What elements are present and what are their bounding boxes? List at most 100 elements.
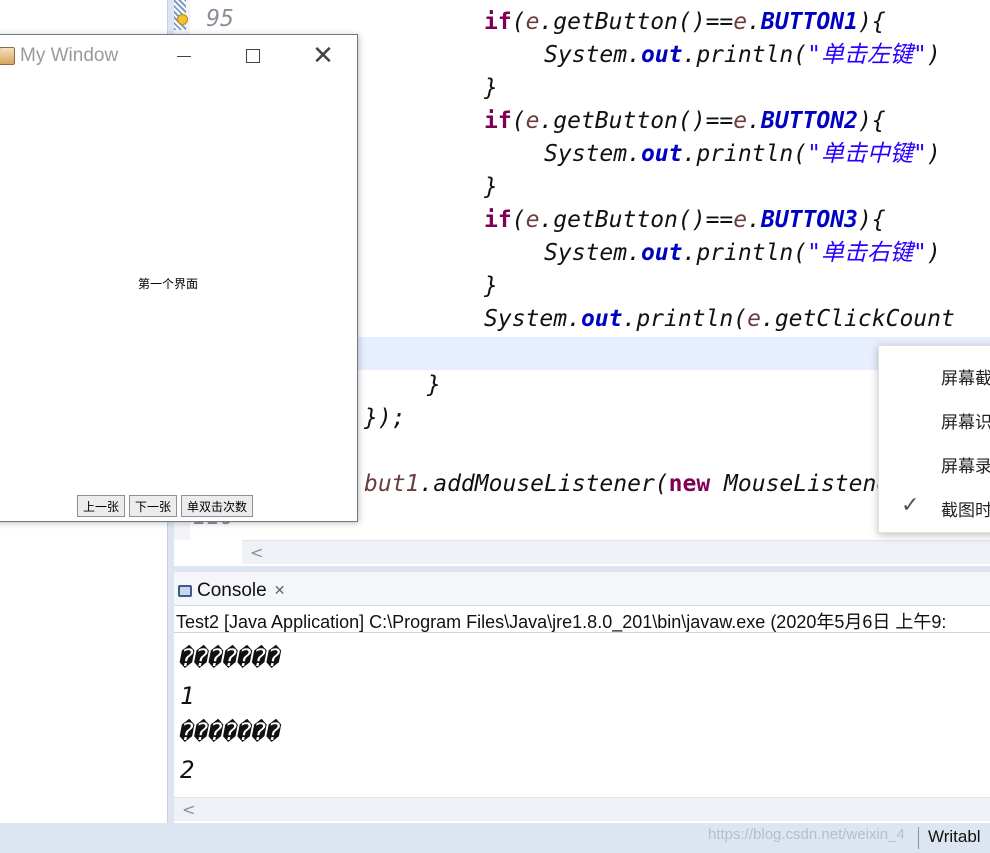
- divider: [174, 632, 990, 633]
- code-token: e: [733, 108, 748, 134]
- code-token: ): [926, 141, 941, 167]
- code-token: e: [525, 9, 540, 35]
- code-token: new: [668, 471, 711, 497]
- console-output-line: 2: [180, 756, 195, 784]
- code-token: out: [580, 306, 623, 332]
- code-token: System.: [544, 141, 641, 167]
- code-token: System.: [544, 42, 641, 68]
- code-token: out: [640, 141, 683, 167]
- code-token: .getButton()==: [539, 108, 734, 134]
- code-token: if: [484, 207, 512, 233]
- minimize-button[interactable]: [164, 41, 204, 71]
- console-output-line: �������: [180, 718, 282, 746]
- code-token: e: [747, 306, 761, 332]
- code-token: "单击左键": [807, 42, 927, 68]
- code-token: ){: [857, 207, 886, 233]
- console-output-line: 1: [180, 682, 195, 710]
- minimize-icon: [177, 55, 191, 57]
- code-token: e: [525, 108, 540, 134]
- my-window[interactable]: My Window ✕ 第一个界面 上一张 下一张 单双击次数: [0, 34, 358, 522]
- code-line[interactable]: System.out.println("单击中键"): [544, 138, 941, 171]
- code-token: if: [484, 9, 512, 35]
- console-view: Console ✕ Test2 [Java Application] C:\Pr…: [174, 572, 990, 823]
- code-token: (: [511, 108, 526, 134]
- menu-item-capture-option[interactable]: 截图时: [941, 496, 990, 521]
- code-token: .: [747, 108, 762, 134]
- code-token: but1: [364, 471, 420, 497]
- code-token: (: [511, 9, 526, 35]
- code-line[interactable]: if(e.getButton()==e.BUTTON2){: [484, 105, 886, 138]
- code-line[interactable]: }: [484, 72, 498, 105]
- code-token: "单击中键": [807, 141, 927, 167]
- code-token: e: [733, 9, 748, 35]
- code-token: System.: [544, 240, 641, 266]
- code-line[interactable]: }: [484, 171, 498, 204]
- code-line[interactable]: }: [484, 270, 498, 303]
- code-token: System.: [484, 306, 581, 332]
- code-token: }: [484, 75, 498, 101]
- maximize-icon: [246, 49, 260, 63]
- menu-item-screen-record[interactable]: 屏幕录: [941, 452, 990, 477]
- console-tab-label: Console: [197, 580, 267, 601]
- close-button[interactable]: ✕: [303, 41, 343, 71]
- console-icon: [178, 585, 192, 597]
- code-line[interactable]: System.out.println("单击右键"): [544, 237, 941, 270]
- code-token: ): [926, 240, 941, 266]
- window-title-bar[interactable]: My Window ✕: [0, 35, 357, 77]
- code-token: ){: [857, 108, 886, 134]
- code-token: ){: [857, 9, 886, 35]
- code-token: }: [484, 174, 498, 200]
- code-token: .println(: [682, 240, 808, 266]
- java-cup-icon: [0, 47, 15, 65]
- editor-horizontal-scrollbar[interactable]: <: [242, 540, 990, 564]
- tab-console[interactable]: Console ✕: [178, 578, 285, 604]
- button-row: 上一张 下一张 单双击次数: [77, 495, 254, 517]
- code-token: out: [640, 42, 683, 68]
- previous-button[interactable]: 上一张: [77, 495, 126, 517]
- console-description: Test2 [Java Application] C:\Program File…: [176, 612, 947, 632]
- code-line[interactable]: if(e.getButton()==e.BUTTON1){: [484, 6, 886, 39]
- click-count-button[interactable]: 单双击次数: [181, 495, 254, 517]
- code-token: BUTTON2: [761, 108, 858, 134]
- console-horizontal-scrollbar[interactable]: <: [174, 797, 990, 821]
- code-token: .getClickCount: [760, 306, 955, 332]
- close-tab-icon[interactable]: ✕: [274, 583, 286, 599]
- code-line[interactable]: System.out.println("单击左键"): [544, 39, 941, 72]
- code-token: .getButton()==: [539, 207, 734, 233]
- context-menu: 屏幕截 屏幕识 屏幕录 ✓ 截图时: [878, 345, 990, 533]
- page-label: 第一个界面: [138, 277, 199, 291]
- console-tabbar: Console ✕: [174, 572, 990, 606]
- menu-item-screenshot[interactable]: 屏幕截: [941, 364, 990, 389]
- code-token: }: [484, 273, 498, 299]
- code-line[interactable]: if(e.getButton()==e.BUTTON3){: [484, 204, 886, 237]
- line-number: 95: [206, 6, 234, 32]
- code-token: "单击右键": [807, 240, 927, 266]
- watermark-text: https://blog.csdn.net/weixin_4: [708, 826, 905, 843]
- code-line[interactable]: }: [427, 369, 441, 402]
- status-bar: https://blog.csdn.net/weixin_4 Writabl: [0, 823, 990, 853]
- code-token: BUTTON1: [761, 9, 858, 35]
- code-token: .println(: [682, 42, 808, 68]
- code-token: });: [364, 405, 406, 431]
- warning-marker-icon[interactable]: [177, 14, 188, 25]
- code-token: .println(: [622, 306, 748, 332]
- next-button[interactable]: 下一张: [129, 495, 178, 517]
- code-token: .: [747, 9, 762, 35]
- status-writable: Writabl: [928, 827, 981, 846]
- code-token: .getButton()==: [539, 9, 734, 35]
- code-line[interactable]: });: [364, 402, 406, 435]
- code-line[interactable]: but1.addMouseListener(new MouseListener(…: [364, 468, 932, 501]
- code-token: e: [525, 207, 540, 233]
- code-token: .: [747, 207, 762, 233]
- checkmark-icon: ✓: [901, 493, 920, 518]
- maximize-button[interactable]: [233, 41, 273, 71]
- menu-item-screen-recognize[interactable]: 屏幕识: [941, 408, 990, 433]
- scroll-left-icon[interactable]: <: [250, 543, 263, 562]
- code-token: out: [640, 240, 683, 266]
- status-separator: [918, 827, 919, 849]
- console-output-line: �������: [180, 644, 282, 672]
- close-icon: ✕: [312, 41, 334, 71]
- code-token: e: [733, 207, 748, 233]
- scroll-left-icon[interactable]: <: [182, 800, 195, 819]
- code-line[interactable]: System.out.println(e.getClickCount: [484, 303, 955, 336]
